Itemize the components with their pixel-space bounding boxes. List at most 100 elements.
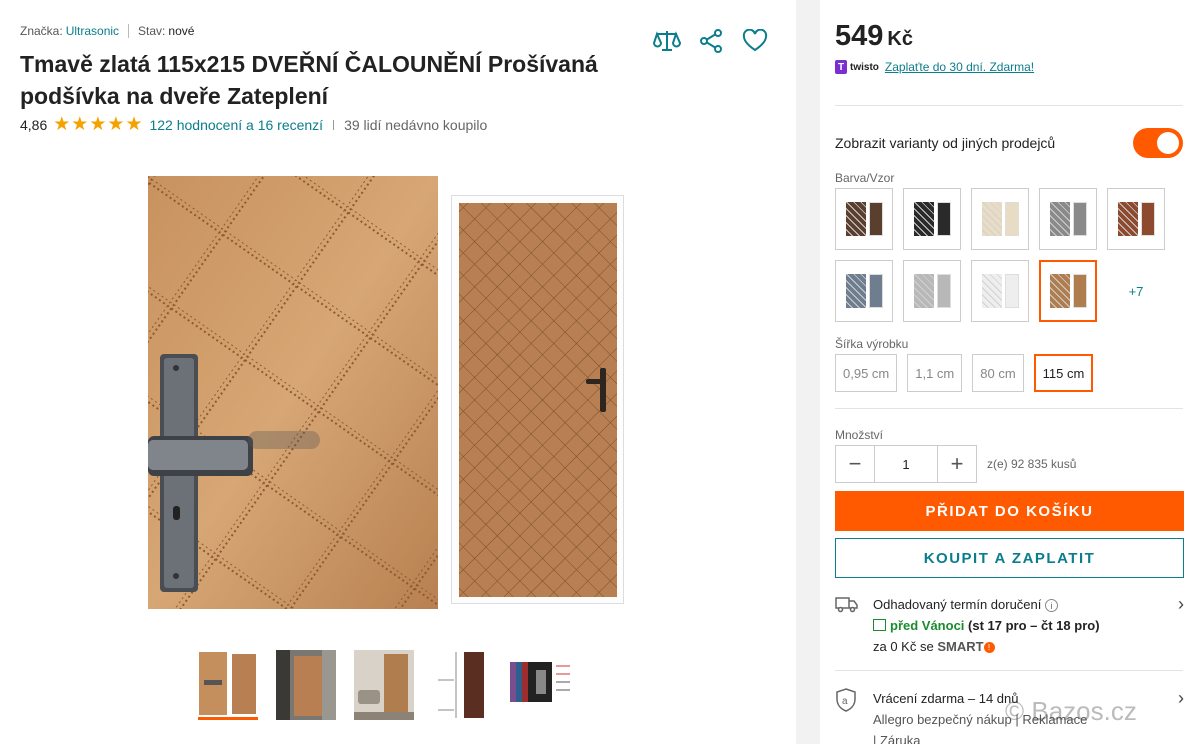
add-to-cart-button[interactable]: PŘIDAT DO KOŠÍKU [835,491,1184,531]
twisto-link[interactable]: Zaplaťte do 30 dní. Zdarma! [885,60,1034,74]
color-swatch-dark-gold[interactable] [1039,260,1097,322]
price-value: 549 [835,20,884,52]
swatch-door [868,202,883,236]
swatch-preview [1117,202,1155,236]
color-swatch-cream[interactable] [971,188,1029,250]
swatch-texture [913,274,934,308]
thumbnail-4[interactable] [432,650,492,720]
color-swatch-gray[interactable] [1039,188,1097,250]
width-option[interactable]: 0,95 cm [835,354,898,392]
star-icon: ★ [89,114,107,135]
width-option[interactable]: 1,1 cm [907,354,963,392]
swatch-door [936,202,951,236]
condition-label: Stav: [138,24,166,38]
swatch-preview [845,274,883,308]
product-meta: Značka: Ultrasonic Stav: nové [20,24,194,38]
image-thumbnails [198,650,570,720]
delivery-highlight: před Vánoci [890,618,965,633]
variants-toggle[interactable] [1133,128,1183,158]
returns-line3: | Záruka [873,733,921,744]
availability-text: z(e) 92 835 kusů [987,457,1077,471]
delivery-text: Odhadovaný termín doručení i před Vánoci… [873,594,1100,657]
swatch-texture [1117,202,1138,236]
quantity-stepper: − 1 + z(e) 92 835 kusů [835,445,1076,483]
gift-icon [873,619,886,631]
twisto-logo-text: twisto [850,61,879,73]
rating-stars: ★ ★ ★ ★ ★ [53,114,143,135]
twisto-t-icon: T [835,60,847,74]
width-option[interactable]: 80 cm [972,354,1024,392]
quantity-plus-button[interactable]: + [937,445,977,483]
swatch-texture [981,274,1002,308]
buy-box: 549 Kč Ttwisto Zaplaťte do 30 dní. Zdarma… [820,0,1200,744]
quantity-minus-button[interactable]: − [835,445,875,483]
smart-label: SMART [937,639,984,654]
swatch-preview [981,274,1019,308]
product-title: Tmavě zlatá 115x215 DVEŘNÍ ČALOUNĚNÍ Pro… [20,51,598,109]
swatch-preview [913,202,951,236]
buy-now-button[interactable]: KOUPIT A ZAPLATIT [835,538,1184,578]
product-details-panel: Značka: Ultrasonic Stav: nové Tmavě zlat… [0,0,796,744]
swatch-preview [845,202,883,236]
thumbnail-5[interactable] [510,650,570,720]
star-icon: ★ [71,114,89,135]
delivery-price: za 0 Kč se [873,639,934,654]
smart-badge-icon: ! [983,642,995,654]
more-colors-button[interactable]: +7 [1107,260,1165,322]
color-label: Barva/Vzor [835,171,895,185]
product-actions [652,26,770,56]
divider [835,408,1183,409]
bought-recently: 39 lidí nedávno koupilo [344,117,488,133]
color-swatch-silver[interactable] [903,260,961,322]
truck-icon [835,594,859,619]
reviews-link[interactable]: 122 hodnocení a 16 recenzí [149,117,323,133]
price-currency: Kč [887,28,913,50]
color-swatch-white[interactable] [971,260,1029,322]
thumbnail-1[interactable] [198,650,258,720]
swatch-door [1072,274,1087,308]
swatch-preview [1049,202,1087,236]
delivery-title: Odhadovaný termín doručení [873,597,1042,612]
shield-icon: a [835,688,857,717]
svg-text:a: a [842,696,848,707]
thumbnail-3[interactable] [354,650,414,720]
price: 549 Kč [835,20,913,53]
swatch-preview [981,202,1019,236]
swatch-preview [913,274,951,308]
rating-row: 4,86 ★ ★ ★ ★ ★ 122 hodnocení a 16 recenz… [20,114,488,135]
swatch-preview [1049,274,1087,308]
chevron-right-icon[interactable]: › [1178,594,1184,615]
width-option[interactable]: 115 cm [1033,354,1094,392]
watermark: © Bazos.cz [1005,696,1137,726]
brand-link[interactable]: Ultrasonic [66,24,119,38]
color-swatch-dark-brown[interactable] [835,188,893,250]
color-swatch-black[interactable] [903,188,961,250]
swatch-door [868,274,883,308]
color-swatch-steel-blue[interactable] [835,260,893,322]
swatch-door [1004,274,1019,308]
divider [835,105,1183,106]
meta-divider [128,24,130,38]
info-icon[interactable]: i [1045,599,1059,612]
delivery-info[interactable]: Odhadovaný termín doručení i před Vánoci… [835,594,1184,658]
variants-toggle-label: Zobrazit varianty od jiných prodejců [835,135,1056,151]
swatch-door [1140,202,1155,236]
product-door-image[interactable] [451,195,624,604]
compare-scales-icon[interactable] [652,26,682,56]
swatch-texture [913,202,934,236]
star-icon: ★ [107,114,125,135]
rating-divider [333,120,335,130]
star-icon: ★ [125,114,143,135]
width-options: 0,95 cm 1,1 cm 80 cm 115 cm [835,354,1094,392]
quantity-label: Množství [835,428,884,442]
heart-icon[interactable] [740,26,770,56]
color-swatch-chestnut[interactable] [1107,188,1165,250]
thumbnail-2[interactable] [276,650,336,720]
chevron-right-icon[interactable]: › [1178,688,1184,709]
share-icon[interactable] [696,26,726,56]
product-main-image[interactable] [148,176,438,609]
star-icon: ★ [53,114,71,135]
twisto-row: Ttwisto Zaplaťte do 30 dní. Zdarma! [835,60,1034,74]
quantity-input[interactable]: 1 [875,445,937,483]
brand-label: Značka: [20,24,63,38]
